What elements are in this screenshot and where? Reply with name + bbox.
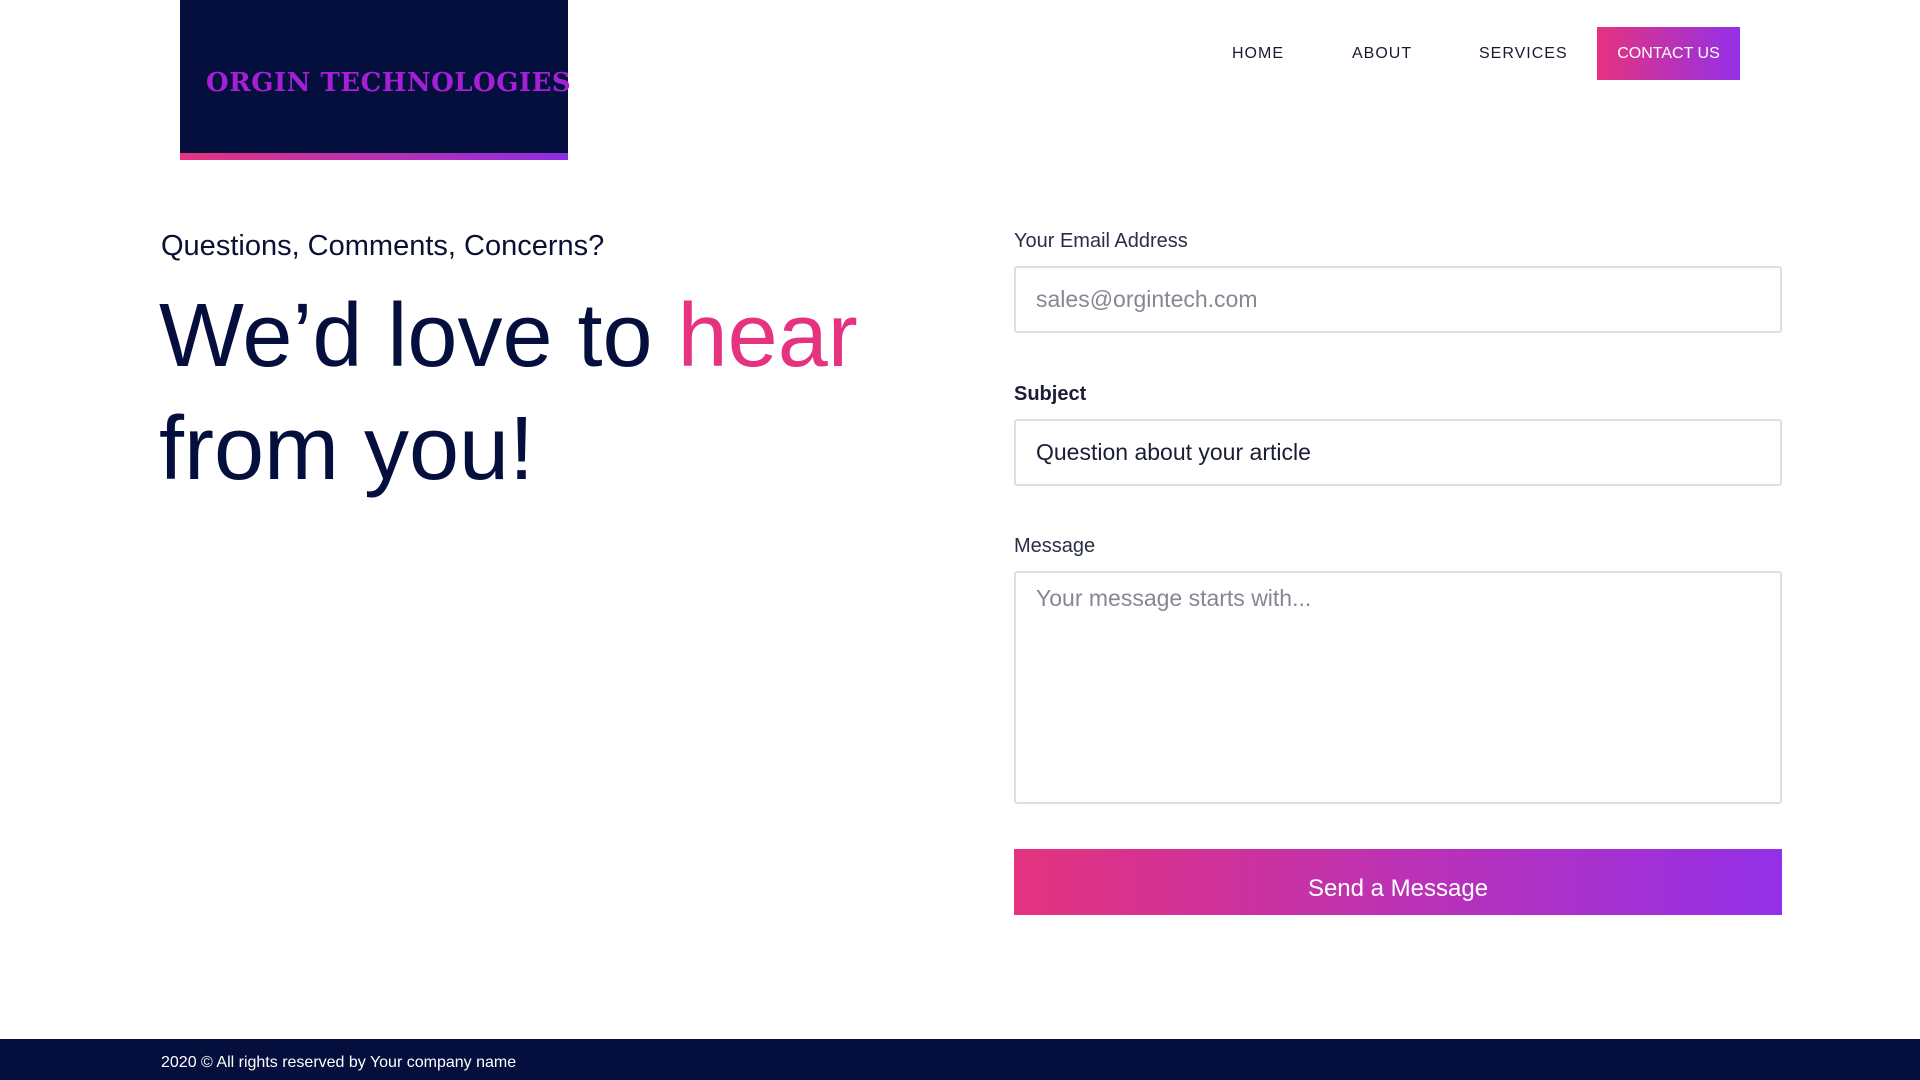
nav-contact-us-button[interactable]: CONTACT US: [1597, 27, 1740, 80]
send-message-button[interactable]: Send a Message: [1014, 849, 1782, 915]
footer: 2020 © All rights reserved by Your compa…: [0, 1039, 1920, 1080]
email-label: Your Email Address: [1014, 230, 1188, 252]
nav-home-link[interactable]: HOME: [1232, 45, 1284, 63]
headline-part-2: from you!: [159, 399, 535, 499]
hero-headline: We’d love to hear from you!: [159, 280, 919, 506]
headline-accent-word: hear: [677, 286, 858, 386]
subject-input[interactable]: [1014, 419, 1782, 486]
logo-text: ORGIN TECHNOLOGIES: [206, 68, 572, 98]
headline-part-1: We’d love to: [159, 286, 678, 386]
logo[interactable]: ORGIN TECHNOLOGIES: [180, 0, 572, 160]
nav-services-link[interactable]: SERVICES: [1479, 45, 1568, 63]
email-input[interactable]: [1014, 266, 1782, 333]
nav-about-link[interactable]: ABOUT: [1352, 45, 1412, 63]
email-field-group: Your Email Address: [1014, 230, 1782, 333]
message-textarea[interactable]: [1014, 571, 1782, 804]
message-label: Message: [1014, 535, 1096, 557]
message-field-group: Message: [1014, 535, 1782, 804]
logo-underline: [180, 153, 568, 160]
subject-label: Subject: [1014, 383, 1087, 405]
footer-copyright: 2020 © All rights reserved by Your compa…: [161, 1054, 517, 1071]
hero-eyebrow: Questions, Comments, Concerns?: [161, 230, 605, 262]
subject-field-group: Subject: [1014, 383, 1782, 486]
